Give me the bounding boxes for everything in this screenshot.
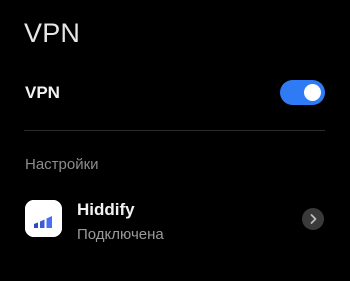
toggle-knob [304, 84, 321, 101]
profile-status: Подключена [77, 226, 164, 243]
page-title: VPN [24, 18, 81, 48]
settings-section-header: Настройки [25, 156, 99, 173]
chevron-right-icon[interactable] [302, 208, 324, 230]
vpn-toggle-row[interactable]: VPN [0, 72, 350, 114]
divider [24, 130, 325, 131]
vpn-profile-hiddify[interactable]: Hiddify Подключена [0, 192, 350, 252]
vpn-toggle-label: VPN [25, 83, 60, 102]
profile-name: Hiddify [77, 200, 135, 219]
hiddify-app-icon [25, 200, 62, 237]
vpn-toggle-switch[interactable] [280, 80, 325, 105]
